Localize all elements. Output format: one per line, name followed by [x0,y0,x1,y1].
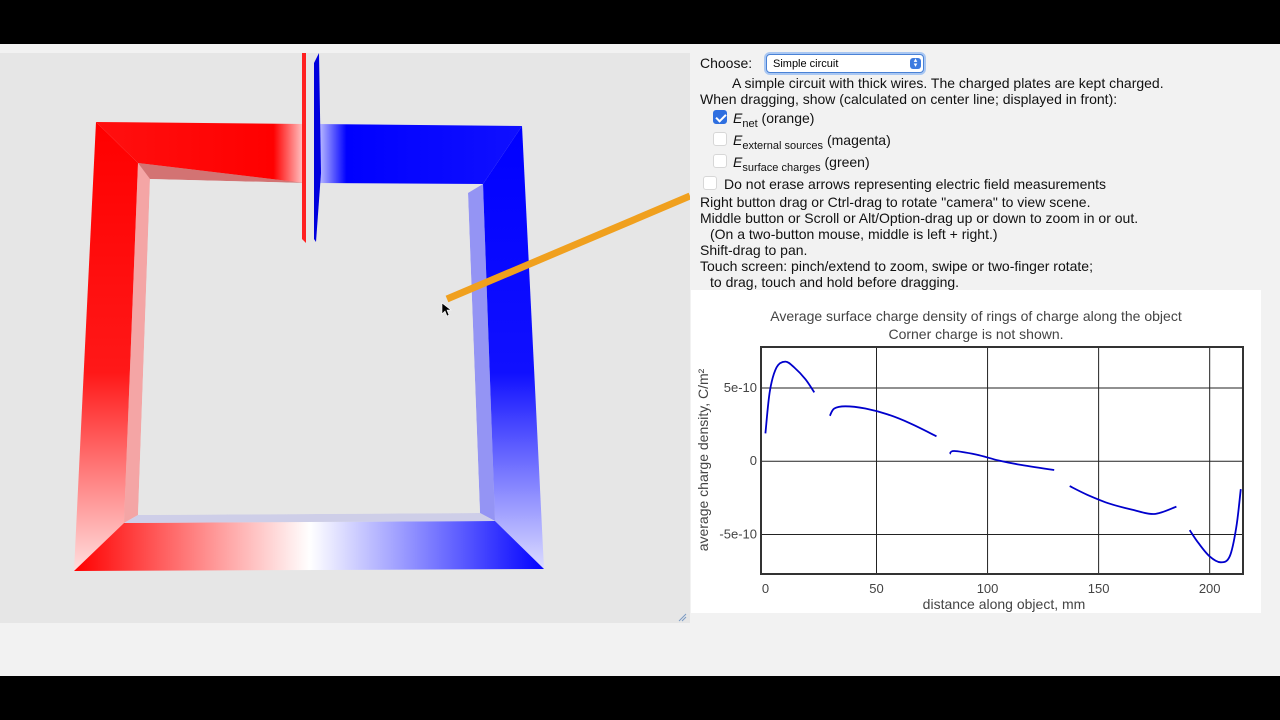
e-external-checkbox[interactable] [713,132,727,146]
scene-canvas[interactable] [0,53,690,623]
instruction-rotate: Right button drag or Ctrl-drag to rotate… [700,194,1091,210]
x-tick-label: 200 [1199,581,1221,596]
circuit-description: A simple circuit with thick wires. The c… [732,75,1164,91]
chart-subtitle: Corner charge is not shown. [888,326,1063,342]
instruction-zoom: Middle button or Scroll or Alt/Option-dr… [700,210,1139,226]
y-tick-label: 5e-10 [724,380,757,395]
series-segment-1 [764,360,816,434]
wire-bottom [74,521,544,571]
instruction-pan: Shift-drag to pan. [700,242,808,258]
series-segment-4 [1069,485,1177,515]
circuit-scene[interactable] [0,53,690,623]
no-erase-label: Do not erase arrows representing electri… [724,176,1107,192]
e-net-checkbox[interactable] [713,110,727,124]
bottom-black-bar [0,676,1280,720]
charge-density-graph: Average surface charge density of rings … [691,290,1261,613]
y-tick-label: 0 [750,453,757,468]
x-axis-label: distance along object, mm [923,596,1086,612]
y-axis-label: average charge density, C/m² [695,368,711,551]
series-segment-5 [1188,488,1242,564]
series-segment-2 [829,405,937,438]
e-surface-label: Esurface charges (green) [733,154,870,174]
x-tick-label: 100 [977,581,999,596]
dragging-label: When dragging, show (calculated on cente… [700,91,1118,107]
e-net-label: Enet (orange) [733,110,815,130]
e-surface-checkbox[interactable] [713,154,727,168]
circuit-hole [138,179,480,515]
y-tick-label: -5e-10 [719,526,757,541]
series-segment-3 [949,450,1055,471]
choose-row: Choose: Simple circuit ▴ ▾ [700,54,924,73]
chart-svg: Average surface charge density of rings … [695,308,1244,612]
top-black-bar [0,0,1280,44]
instruction-touch: Touch screen: pinch/extend to zoom, swip… [700,258,1093,274]
x-tick-label: 0 [762,581,769,596]
x-tick-label: 150 [1088,581,1110,596]
circuit-select[interactable]: Simple circuit [766,54,924,73]
positive-plate[interactable] [302,53,306,243]
no-erase-checkbox[interactable] [703,176,717,190]
instruction-two-button: (On a two-button mouse, middle is left +… [710,226,998,242]
instruction-touch-drag: to drag, touch and hold before dragging. [710,274,960,290]
x-tick-label: 50 [869,581,883,596]
choose-label: Choose: [700,55,753,71]
chart-title: Average surface charge density of rings … [770,308,1182,324]
resize-handle-icon[interactable] [678,613,687,622]
e-external-label: Eexternal sources (magenta) [733,132,891,152]
